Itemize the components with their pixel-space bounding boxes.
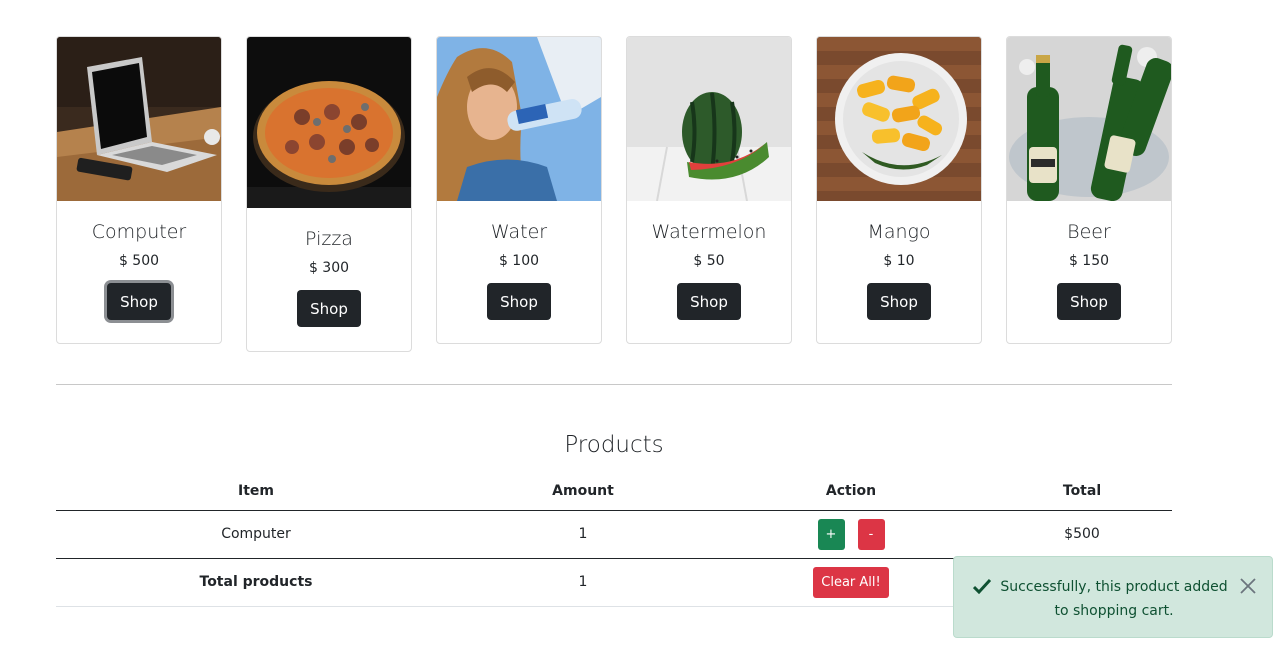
product-card-beer: Beer $ 150 Shop [1006,36,1172,344]
section-divider [56,384,1172,385]
product-name: Pizza [305,228,353,250]
shop-button-water[interactable]: Shop [487,283,551,320]
column-header-item: Item [56,472,456,511]
increase-quantity-button[interactable]: + [817,518,845,550]
table-header-row: Item Amount Action Total [56,472,1172,511]
close-icon[interactable] [1238,576,1258,596]
product-price: $ 50 [693,253,725,269]
shop-button-beer[interactable]: Shop [1057,283,1121,320]
product-card-mango: Mango $ 10 Shop [816,36,982,344]
toast-message: Successfully, this product added to shop… [1000,579,1228,619]
beer-bottles-photo [1007,37,1171,201]
column-header-total: Total [992,472,1172,511]
product-name: Water [490,221,548,243]
product-price: $ 300 [308,260,350,276]
page: Computer $ 500 Shop Pizza $ 300 Shop Wat… [0,0,1282,653]
product-name: Computer [91,221,187,243]
product-name: Beer [1067,221,1111,243]
shop-button-mango[interactable]: Shop [867,283,931,320]
product-name: Watermelon [651,221,767,243]
shop-button-computer[interactable]: Shop [107,283,171,320]
product-card-computer: Computer $ 500 Shop [56,36,222,344]
column-header-action: Action [710,472,992,511]
product-card-water: Water $ 100 Shop [436,36,602,344]
laptop-photo [57,37,221,201]
product-price: $ 150 [1068,253,1110,269]
decrease-quantity-button[interactable]: - [857,518,885,550]
cart-item-amount: 1 [456,510,710,559]
table-row: Computer 1 + - $500 [56,510,1172,559]
product-card-pizza: Pizza $ 300 Shop [246,36,412,352]
check-icon [973,578,991,594]
watermelon-photo [627,37,791,201]
cart-item-total: $500 [992,510,1172,559]
total-products-label: Total products [56,558,456,607]
woman-drinking-water-photo [437,37,601,201]
mango-plate-photo [817,37,981,201]
cart-item-actions: + - [710,510,992,559]
product-price: $ 10 [883,253,915,269]
shop-button-pizza[interactable]: Shop [297,290,361,327]
column-header-amount: Amount [456,472,710,511]
success-toast: Successfully, this product added to shop… [953,556,1273,638]
clear-all-button[interactable]: Clear All! [813,566,889,598]
product-price: $ 500 [118,253,160,269]
shop-button-watermelon[interactable]: Shop [677,283,741,320]
pizza-photo [247,37,411,208]
product-card-watermelon: Watermelon $ 50 Shop [626,36,792,344]
clear-all-cell: Clear All! [710,558,992,607]
product-name: Mango [867,221,931,243]
product-price: $ 100 [498,253,540,269]
cart-title: Products [564,432,664,458]
total-products-amount: 1 [456,558,710,607]
cart-item-name: Computer [56,510,456,559]
